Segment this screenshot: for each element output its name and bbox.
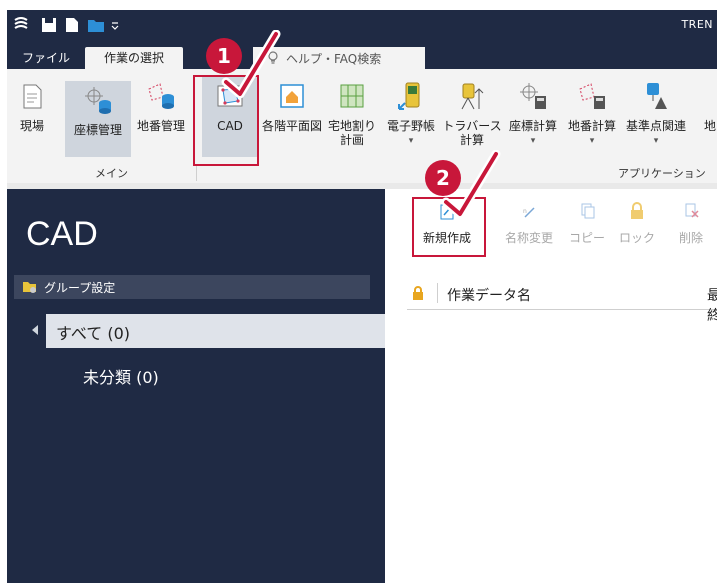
checkmark-icon xyxy=(441,150,501,219)
tree-item-label: すべて (0) xyxy=(56,324,130,343)
ribbon-label: 宅地割り 計画 xyxy=(327,119,376,147)
rename-button[interactable]: n 名称変更 xyxy=(497,195,561,255)
column-header-last[interactable]: 最終 xyxy=(707,285,717,325)
window-title: TREN xyxy=(681,18,713,31)
copy-label: コピー xyxy=(568,231,605,245)
left-panel: CAD グループ設定 すべて (0) 未分類 (0) xyxy=(7,189,385,583)
svg-text:n: n xyxy=(523,208,527,215)
ribbon-button-lot-calc[interactable]: 地番計算 ▾ xyxy=(563,77,621,157)
ribbon-button-more[interactable]: 地 xyxy=(704,77,717,157)
group-setting-label: グループ設定 xyxy=(44,281,116,295)
checkmark-icon xyxy=(221,30,281,99)
ribbon-group-app: アプリケーション xyxy=(618,167,706,180)
rename-label: 名称変更 xyxy=(504,231,553,245)
app-logo-icon xyxy=(14,17,28,29)
lock-icon xyxy=(631,202,643,219)
panel-title: CAD xyxy=(26,215,98,253)
ribbon-button-field-book[interactable]: 電子野帳 ▾ xyxy=(383,77,439,157)
tab-file[interactable]: ファイル xyxy=(17,47,75,69)
new-file-icon[interactable] xyxy=(65,16,79,34)
help-search-label: ヘルプ・FAQ検索 xyxy=(286,52,382,66)
tree-item-uncategorized[interactable]: 未分類 (0) xyxy=(83,364,159,388)
traverse-icon xyxy=(461,83,484,110)
delete-icon xyxy=(685,203,699,218)
ribbon-label: 現場 xyxy=(19,119,44,133)
ribbon: 現場 座標管理 地番管理 CAD 各階平面図 宅地割り 計画 電子野帳 ▾ トラ… xyxy=(7,69,717,187)
ribbon-label: 各階平面図 xyxy=(261,119,322,133)
copy-icon xyxy=(581,203,595,219)
column-divider xyxy=(437,283,438,303)
open-folder-icon[interactable] xyxy=(87,16,105,34)
save-icon[interactable] xyxy=(41,16,57,34)
title-bar: TREN xyxy=(7,10,717,43)
ribbon-button-lot-planning[interactable]: 宅地割り 計画 xyxy=(325,77,379,157)
ribbon-label: 地番計算 xyxy=(567,119,616,133)
site-icon xyxy=(23,84,42,109)
ribbon-button-benchmark[interactable]: 基準点関連 ▾ xyxy=(624,77,688,157)
ribbon-button-traverse[interactable]: トラバース 計算 xyxy=(441,77,503,157)
ribbon-label: 地番管理 xyxy=(136,119,185,133)
copy-button[interactable]: コピー xyxy=(565,195,609,255)
delete-label: 削除 xyxy=(678,231,703,245)
chevron-down-icon: ▾ xyxy=(589,136,595,146)
benchmark-icon xyxy=(647,83,667,109)
ribbon-label: 基準点関連 xyxy=(625,119,686,133)
ribbon-group-separator xyxy=(196,165,197,181)
group-setting-bar[interactable]: グループ設定 xyxy=(14,275,370,299)
ribbon-label: 電子野帳 xyxy=(386,119,435,133)
tree-expand-icon[interactable] xyxy=(32,325,38,335)
list-header: 作業データ名 最終 xyxy=(407,277,717,324)
lot-calc-icon xyxy=(579,83,605,109)
ribbon-label: トラバース 計算 xyxy=(442,119,502,147)
lock-button[interactable]: ロック xyxy=(615,195,659,255)
column-header-name[interactable]: 作業データ名 xyxy=(447,285,531,305)
ribbon-button-lot-management[interactable]: 地番管理 xyxy=(133,77,189,157)
lock-icon xyxy=(413,286,423,300)
tab-select-work[interactable]: 作業の選択 xyxy=(85,47,183,69)
field-book-icon xyxy=(398,82,420,110)
tree-item-all[interactable]: すべて (0) xyxy=(46,314,385,348)
ribbon-label: 座標計算 xyxy=(508,119,557,133)
lot-plan-icon xyxy=(340,84,364,108)
ribbon-label: 座標管理 xyxy=(73,123,122,137)
lot-db-icon xyxy=(148,83,174,109)
ribbon-button-site[interactable]: 現場 xyxy=(9,77,55,157)
ribbon-group-main: メイン xyxy=(95,167,128,180)
chevron-down-icon: ▾ xyxy=(653,136,659,146)
app-window: TREN ファイル 作業の選択 ヘルプ・FAQ検索 現場 座標管理 地番管理 C… xyxy=(0,0,717,583)
chevron-down-icon: ▾ xyxy=(408,136,414,146)
quick-access-dropdown-icon[interactable] xyxy=(111,16,119,34)
coord-calc-icon xyxy=(520,83,546,109)
lock-label: ロック xyxy=(618,231,655,245)
coordinate-db-icon xyxy=(85,87,111,114)
ribbon-label: 地 xyxy=(704,119,717,133)
group-setting-icon xyxy=(23,282,36,293)
rename-icon: n xyxy=(523,207,535,218)
delete-button[interactable]: 削除 xyxy=(669,195,713,255)
ribbon-button-coordinate-calc[interactable]: 座標計算 ▾ xyxy=(505,77,561,157)
chevron-down-icon: ▾ xyxy=(530,136,536,146)
ribbon-button-coordinate-management[interactable]: 座標管理 xyxy=(65,81,131,157)
